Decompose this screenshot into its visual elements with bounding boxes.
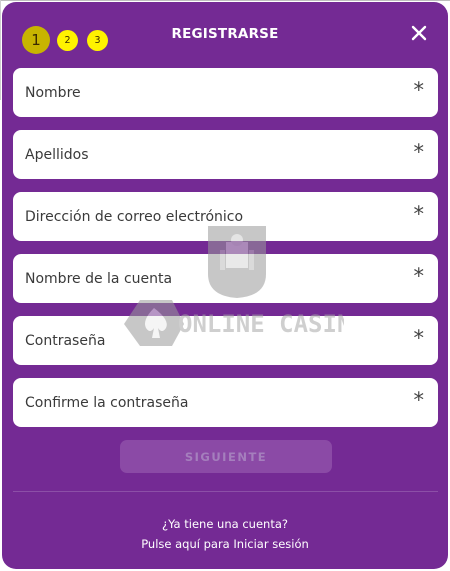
divider (13, 491, 438, 492)
password-field[interactable]: * (13, 316, 438, 365)
password-input[interactable] (25, 332, 385, 349)
login-question: ¿Ya tiene una cuenta? (162, 517, 288, 531)
registration-modal: 1 2 3 REGISTRARSE * * * * * (2, 2, 448, 569)
required-marker: * (413, 140, 425, 164)
login-prompt: ¿Ya tiene una cuenta? Pulse aquí para In… (2, 514, 448, 554)
frame-line-top (0, 0, 450, 1)
required-marker: * (413, 78, 425, 102)
required-marker: * (413, 264, 425, 288)
last-name-input[interactable] (25, 146, 385, 163)
confirm-password-field[interactable]: * (13, 378, 438, 427)
first-name-input[interactable] (25, 84, 385, 101)
required-marker: * (413, 388, 425, 412)
email-input[interactable] (25, 208, 385, 225)
login-link[interactable]: Pulse aquí para Iniciar sesión (2, 534, 448, 554)
account-name-field[interactable]: * (13, 254, 438, 303)
confirm-password-input[interactable] (25, 394, 385, 411)
first-name-field[interactable]: * (13, 68, 438, 117)
close-button[interactable] (408, 22, 430, 44)
email-field[interactable]: * (13, 192, 438, 241)
close-icon (411, 25, 427, 41)
required-marker: * (413, 202, 425, 226)
required-marker: * (413, 326, 425, 350)
last-name-field[interactable]: * (13, 130, 438, 179)
modal-title: REGISTRARSE (171, 26, 279, 42)
registration-form: * * * * * * (13, 68, 438, 440)
next-button[interactable]: SIGUIENTE (120, 440, 332, 473)
frame-line-left (0, 0, 1, 100)
account-name-input[interactable] (25, 270, 385, 287)
